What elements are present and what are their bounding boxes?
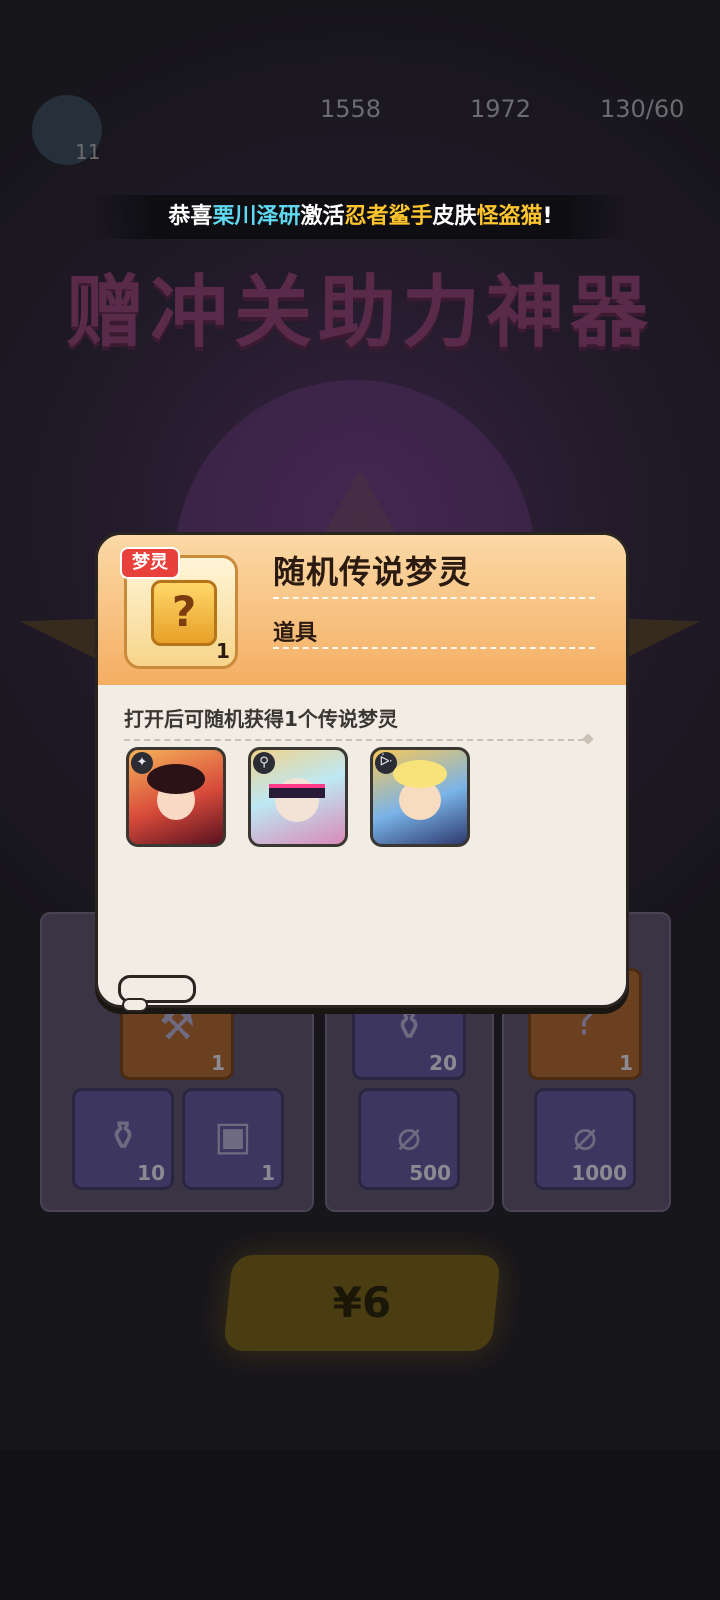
bulb-icon: ⚲ [253,752,275,774]
bottle-icon: ⌀ [396,1113,422,1160]
pot-icon: ⚱ [106,1113,140,1160]
item-detail-popup[interactable]: ? 梦灵 1 随机传说梦灵 道具 打开后可随机获得1个传说梦灵 ✦ ⚲ ᐕ [95,532,629,1008]
reward-slot[interactable]: ⌀ 1000 [534,1088,636,1190]
spirit-hair [147,764,205,794]
divider [273,647,595,649]
bottle-icon: ⌀ [572,1113,598,1160]
banner-skin: 怪盗猫 [476,204,543,229]
divider-ornament [582,733,594,745]
reward-spirit-1[interactable]: ✦ [126,747,226,847]
reward-spirit-2[interactable]: ⚲ [248,747,348,847]
item-type: 道具 [273,621,318,646]
speech-cloud-tail [122,998,148,1012]
bottom-nav [0,1450,720,1600]
activation-banner: 恭喜栗川泽研激活忍者鲨手皮肤怪盗猫! [88,195,633,239]
hammer-icon: ⚒ [159,1003,195,1050]
item-tag: 梦灵 [120,547,180,579]
reward-slot[interactable]: ▣ 1 [182,1088,284,1190]
spirit-hair [393,760,447,788]
item-name: 随机传说梦灵 [273,553,472,591]
box-icon: ▣ [214,1113,252,1160]
banner-player: 栗川泽研 [212,204,301,229]
banner-character: 忍者鲨手 [344,204,433,229]
popup-header: ? 梦灵 1 随机传说梦灵 道具 [98,535,626,685]
pot-icon: ⚱ [392,1003,426,1050]
player-level: 11 [75,140,101,164]
reward-slot[interactable]: ⚱ 10 [72,1088,174,1190]
purchase-button[interactable]: ¥6 [222,1255,502,1351]
reward-slot[interactable]: ⌀ 500 [358,1088,460,1190]
mystery-chest-icon: ? [151,580,217,646]
item-description: 打开后可随机获得1个传说梦灵 [124,707,398,731]
item-count: 1 [216,639,230,663]
reward-spirit-3[interactable]: ᐕ [370,747,470,847]
event-title: 赠冲关助力神器 [65,268,654,358]
divider [124,739,584,741]
stat-coin: 1972 [470,95,532,123]
visor [269,784,325,798]
stat-diamond: 1558 [320,95,382,123]
divider [273,597,595,599]
stat-energy: 130/60 [600,95,685,123]
